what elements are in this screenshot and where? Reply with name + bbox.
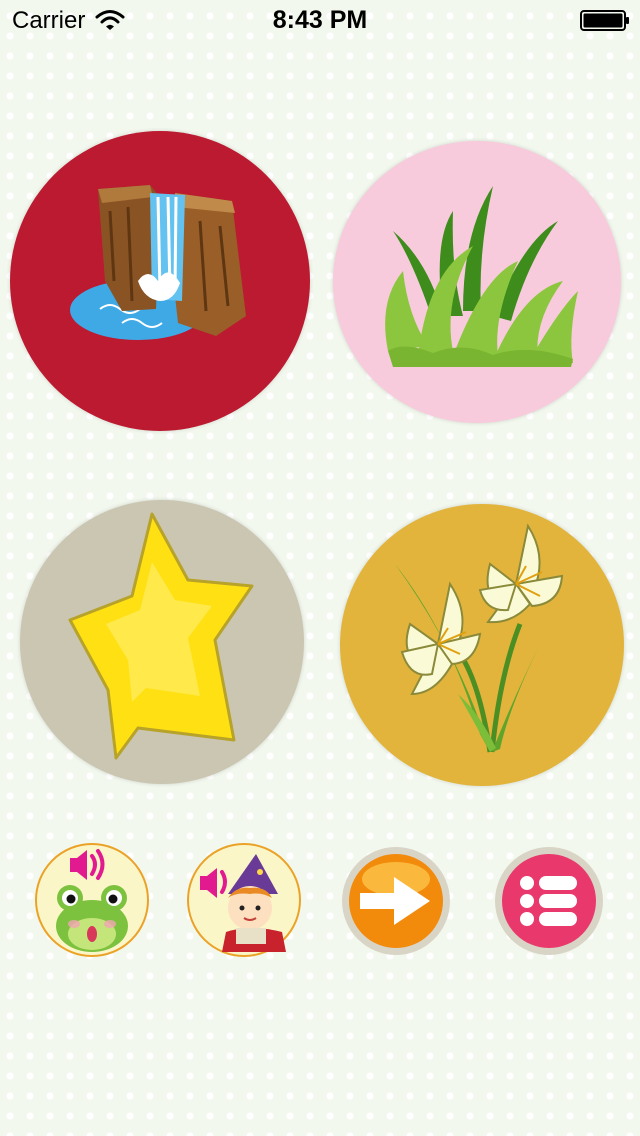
frog-speaker-icon — [35, 843, 149, 957]
status-time: 8:43 PM — [272, 6, 368, 34]
wizard-sound-button[interactable] — [186, 842, 302, 958]
battery-icon — [580, 10, 629, 31]
waterfall-icon — [70, 185, 246, 340]
lily-flower-icon — [395, 523, 564, 753]
right-arrow-icon — [342, 847, 450, 955]
status-bar: Carrier 8:43 PM — [0, 0, 640, 40]
star-icon — [68, 512, 254, 760]
waterfall-tile[interactable] — [10, 131, 310, 431]
grass-icon — [385, 186, 578, 367]
list-menu-icon — [495, 847, 603, 955]
wizard-speaker-icon — [187, 843, 301, 957]
star-tile[interactable] — [20, 500, 304, 784]
frog-sound-button[interactable] — [34, 842, 150, 958]
grass-tile[interactable] — [333, 141, 621, 423]
next-button[interactable] — [340, 845, 452, 957]
menu-button[interactable] — [493, 845, 605, 957]
lily-tile[interactable] — [340, 504, 624, 786]
